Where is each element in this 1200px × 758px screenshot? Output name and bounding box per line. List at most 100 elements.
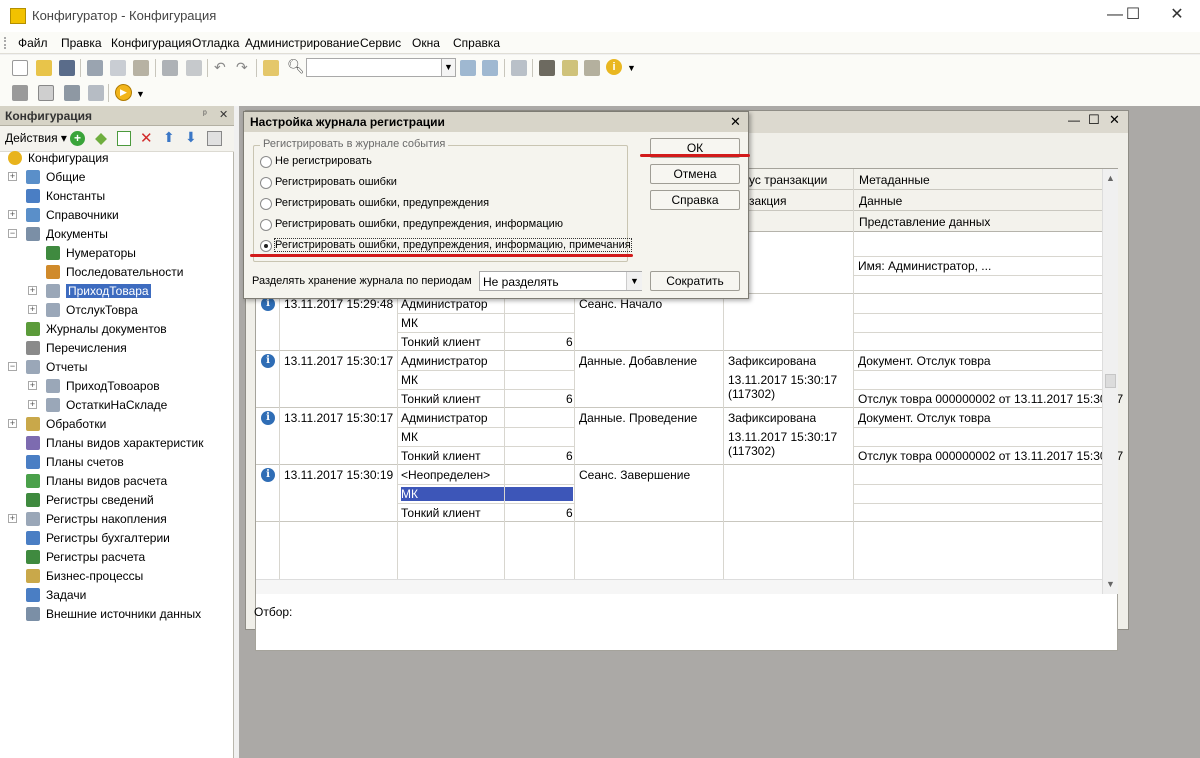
log-level-option[interactable]: Регистрировать ошибки — [258, 174, 628, 193]
expand-icon[interactable]: + — [28, 286, 37, 295]
cut-icon[interactable] — [87, 60, 103, 76]
header-transaction[interactable]: закция — [749, 194, 787, 208]
tree-item[interactable]: Задачи — [0, 586, 232, 605]
tree-item[interactable]: − Отчеты — [0, 358, 232, 377]
collapse-icon[interactable]: − — [8, 362, 17, 371]
find-next-icon[interactable] — [460, 60, 476, 76]
print-preview-icon[interactable] — [186, 60, 202, 76]
compare-icon[interactable] — [38, 85, 54, 101]
collapse-icon[interactable]: − — [8, 229, 17, 238]
tree-item[interactable]: Планы видов расчета — [0, 472, 232, 491]
tree-item[interactable]: Нумераторы — [0, 244, 232, 263]
header-data-representation[interactable]: Представление данных — [859, 215, 990, 229]
find-prev-icon[interactable] — [482, 60, 498, 76]
table-icon[interactable] — [88, 85, 104, 101]
scroll-up-icon[interactable]: ▲ — [1106, 173, 1115, 183]
chevron-down-icon[interactable]: ▼ — [626, 272, 642, 290]
wizard-icon[interactable] — [539, 60, 555, 76]
dialog-close-icon[interactable]: ✕ — [730, 114, 741, 130]
info-icon[interactable]: i — [606, 59, 622, 75]
print-icon[interactable] — [162, 60, 178, 76]
tree-item[interactable]: Бизнес-процессы — [0, 567, 232, 586]
undo-icon[interactable]: ↶ — [214, 59, 226, 76]
config-tree-icon[interactable] — [12, 85, 28, 101]
menu-edit[interactable]: Правка — [61, 36, 102, 50]
close-button[interactable]: ✕ — [1154, 0, 1200, 32]
tree-item[interactable]: + Обработки — [0, 415, 232, 434]
delete-icon[interactable]: ✕ — [140, 129, 153, 147]
windows-icon[interactable] — [511, 60, 527, 76]
scroll-down-icon[interactable]: ▼ — [1106, 579, 1115, 589]
add-icon[interactable]: + — [70, 131, 85, 146]
tree-item[interactable]: + Регистры накопления — [0, 510, 232, 529]
tree-item[interactable]: Регистры сведений — [0, 491, 232, 510]
tree-item[interactable]: Планы счетов — [0, 453, 232, 472]
move-up-icon[interactable]: ⬆ — [163, 129, 175, 146]
paste-icon[interactable] — [133, 60, 149, 76]
new-icon[interactable] — [12, 60, 28, 76]
vertical-scrollbar[interactable]: ▲ ▼ — [1102, 169, 1118, 594]
copy-icon[interactable] — [110, 60, 126, 76]
tree-item[interactable]: Последовательности — [0, 263, 232, 282]
help-button[interactable]: Справка — [650, 190, 740, 210]
actions-menu-button[interactable]: Действия ▾ — [5, 131, 67, 145]
header-transaction-status[interactable]: ус транзакции — [749, 173, 827, 187]
search-icon[interactable]: 🔍︎ — [287, 58, 305, 75]
log-level-option[interactable]: Не регистрировать — [258, 153, 628, 172]
help-search-icon[interactable] — [562, 60, 578, 76]
header-metadata[interactable]: Метаданные — [859, 173, 930, 187]
menu-administration[interactable]: Администрирование — [245, 36, 359, 50]
tree-item[interactable]: Перечисления — [0, 339, 232, 358]
tree-item[interactable]: + ОстаткиНаСкладе — [0, 396, 232, 415]
radio-button[interactable] — [260, 240, 272, 252]
panel-close-icon[interactable]: ✕ — [219, 108, 228, 121]
tree-item[interactable]: Журналы документов — [0, 320, 232, 339]
tree-item[interactable]: Регистры расчета — [0, 548, 232, 567]
tree-item[interactable]: Конфигурация — [0, 149, 232, 168]
pin-icon[interactable]: ᵖ — [203, 109, 207, 120]
run-debug-icon[interactable]: ▶ — [115, 84, 132, 101]
maximize-button[interactable]: ☐ — [1110, 0, 1156, 32]
menu-windows[interactable]: Окна — [412, 36, 440, 50]
redo-icon[interactable]: ↷ — [236, 59, 248, 76]
log-level-option[interactable]: Регистрировать ошибки, предупреждения, и… — [258, 216, 628, 235]
radio-button[interactable] — [260, 156, 272, 168]
radio-button[interactable] — [260, 198, 272, 210]
tree-item[interactable]: Планы видов характеристик — [0, 434, 232, 453]
chevron-down-icon[interactable]: ▼ — [136, 89, 145, 99]
tree-item[interactable]: + ПриходТовоаров — [0, 377, 232, 396]
menu-debug[interactable]: Отладка — [192, 36, 239, 50]
expand-icon[interactable]: + — [8, 210, 17, 219]
chevron-down-icon[interactable]: ▼ — [627, 63, 636, 73]
journal-minimize-button[interactable]: — — [1068, 113, 1080, 127]
tree-item[interactable]: Константы — [0, 187, 232, 206]
expand-icon[interactable]: + — [28, 305, 37, 314]
scroll-thumb[interactable] — [1105, 374, 1116, 388]
horizontal-scrollbar[interactable] — [256, 579, 1102, 594]
find-in-tree-icon[interactable] — [263, 60, 279, 76]
expand-icon[interactable]: + — [8, 514, 17, 523]
tree-item[interactable]: + ПриходТовара — [0, 282, 232, 301]
radio-button[interactable] — [260, 177, 272, 189]
tree-item[interactable]: − Документы — [0, 225, 232, 244]
split-period-select[interactable]: Не разделять ▼ — [479, 271, 642, 291]
tree-item[interactable]: Внешние источники данных — [0, 605, 232, 624]
journal-close-button[interactable]: ✕ — [1109, 112, 1120, 128]
tree-item[interactable]: Регистры бухгалтерии — [0, 529, 232, 548]
expand-icon[interactable]: + — [28, 400, 37, 409]
search-input[interactable] — [306, 58, 442, 77]
radio-button[interactable] — [260, 219, 272, 231]
menu-help[interactable]: Справка — [453, 36, 500, 50]
expand-icon[interactable]: + — [8, 172, 17, 181]
open-folder-icon[interactable] — [36, 60, 52, 76]
expand-icon[interactable]: + — [28, 381, 37, 390]
menu-file[interactable]: Файл — [18, 36, 48, 50]
edit-icon[interactable] — [95, 133, 107, 145]
move-down-icon[interactable]: ⬇ — [185, 129, 197, 146]
log-level-option[interactable]: Регистрировать ошибки, предупреждения — [258, 195, 628, 214]
sort-icon[interactable] — [207, 131, 222, 146]
cancel-button[interactable]: Отмена — [650, 164, 740, 184]
copy-item-icon[interactable] — [117, 131, 131, 146]
tree-item[interactable]: + Справочники — [0, 206, 232, 225]
tree-item[interactable]: + ОтслукТовра — [0, 301, 232, 320]
